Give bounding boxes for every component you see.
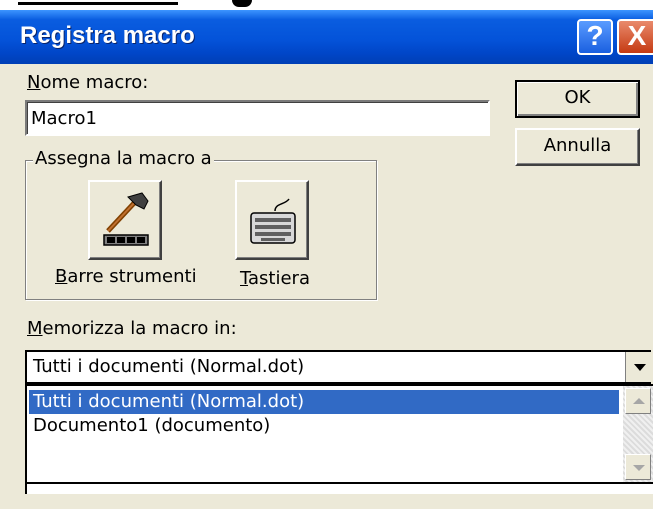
arrow-down-icon xyxy=(633,465,645,471)
ok-button[interactable]: OK xyxy=(515,80,640,118)
scroll-up-button[interactable] xyxy=(625,388,651,414)
keyboard-label-text: astiera xyxy=(248,268,310,289)
toolbars-label-text: arre strumenti xyxy=(67,266,197,287)
dialog-bottom-edge xyxy=(25,484,653,494)
chevron-down-icon xyxy=(634,364,646,371)
store-in-label: Memorizza la macro in: xyxy=(27,318,237,339)
macro-name-label-text: ome macro: xyxy=(40,72,149,93)
background-glyph xyxy=(232,0,252,7)
list-scrollbar[interactable] xyxy=(623,386,653,482)
store-in-selected-value: Tutti i documenti (Normal.dot) xyxy=(33,356,305,377)
toolbars-mnemonic: B xyxy=(55,266,68,287)
macro-name-input[interactable]: Macro1 xyxy=(25,100,490,136)
option-documento1[interactable]: Documento1 (documento) xyxy=(29,414,619,438)
keyboard-mnemonic: T xyxy=(240,268,249,289)
store-in-mnemonic: M xyxy=(27,318,43,339)
close-button[interactable]: X xyxy=(617,19,653,55)
cancel-button[interactable]: Annulla xyxy=(515,128,640,166)
macro-name-mnemonic: N xyxy=(27,72,41,93)
option-normal-dot[interactable]: Tutti i documenti (Normal.dot) xyxy=(29,390,619,414)
title-bar: Registra macro ? X xyxy=(0,10,653,64)
toolbars-label: Barre strumenti xyxy=(55,266,197,287)
dropdown-arrow-button[interactable] xyxy=(625,352,651,382)
store-in-options-list[interactable]: Tutti i documenti (Normal.dot) Documento… xyxy=(25,384,653,484)
store-in-label-text: emorizza la macro in: xyxy=(42,318,237,339)
keyboard-button[interactable] xyxy=(235,180,309,260)
scroll-down-button[interactable] xyxy=(625,454,651,480)
hammer-toolbar-icon xyxy=(103,192,149,246)
window-title: Registra macro xyxy=(20,22,195,49)
keyboard-label: Tastiera xyxy=(240,268,310,289)
background-underline xyxy=(18,2,178,5)
toolbars-button[interactable] xyxy=(88,180,162,260)
arrow-up-icon xyxy=(633,398,645,404)
assign-macro-legend: Assegna la macro a xyxy=(33,148,214,169)
macro-name-label: Nome macro: xyxy=(27,72,148,93)
keyboard-icon xyxy=(250,198,296,244)
help-button[interactable]: ? xyxy=(577,19,613,55)
store-in-dropdown[interactable]: Tutti i documenti (Normal.dot) xyxy=(25,350,651,384)
